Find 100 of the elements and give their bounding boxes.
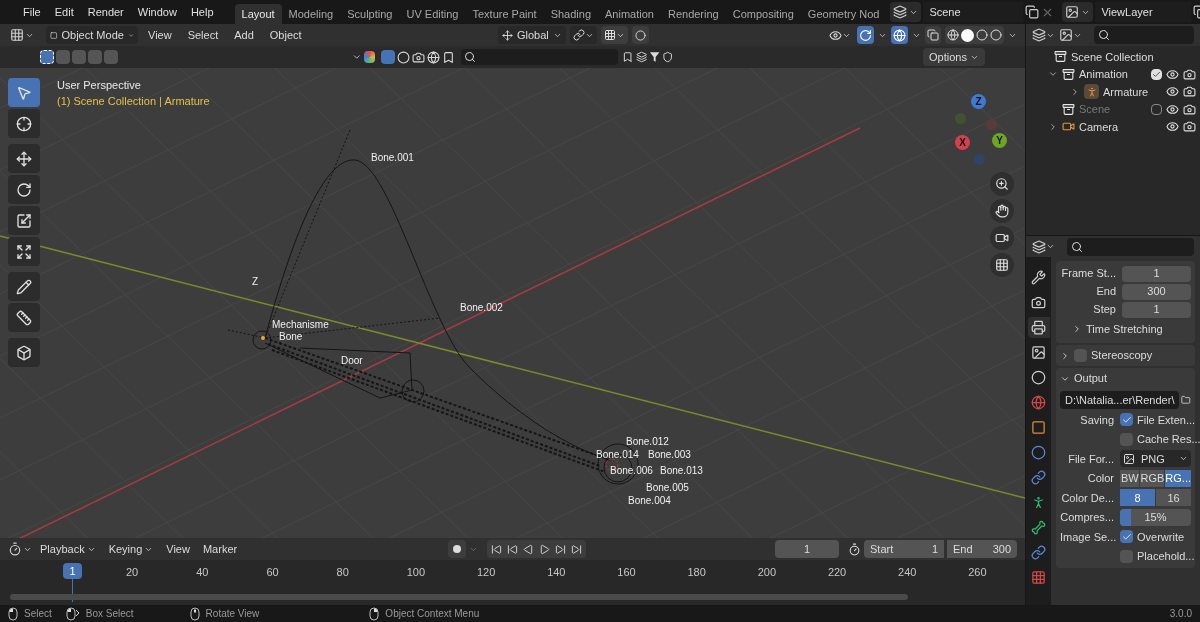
format-dropdown[interactable]: PNG (1120, 450, 1191, 468)
gizmo-y-button[interactable]: Y (992, 133, 1007, 148)
segment-button[interactable]: 16 (1156, 489, 1191, 507)
zoom-button[interactable] (990, 172, 1014, 196)
workspace-tab[interactable]: Geometry Nod (800, 4, 887, 24)
checkbox-label[interactable]: Cache Res... (1137, 431, 1200, 448)
checkbox-label[interactable]: File Exten... (1137, 411, 1196, 428)
eye-icon[interactable] (1166, 120, 1179, 134)
timeline-scrollbar[interactable] (10, 594, 908, 600)
orientation-dropdown[interactable]: Global (498, 26, 566, 44)
outliner-item[interactable]: Armature (1103, 83, 1162, 100)
output-path-field[interactable]: D:\Natalia...er\Render\ (1060, 391, 1180, 409)
shield-icon[interactable] (662, 51, 674, 63)
segment-button[interactable]: BW (1120, 469, 1140, 487)
header-menu[interactable]: View (142, 26, 178, 44)
properties-tab[interactable] (1027, 317, 1050, 338)
timeline-menu[interactable]: Playback (35, 540, 101, 558)
workspace-tab[interactable]: Shading (543, 4, 599, 24)
record-button[interactable] (448, 540, 467, 558)
display-mode-button[interactable] (1059, 28, 1082, 42)
checkbox[interactable] (1120, 432, 1133, 446)
outliner-item[interactable]: Scene Collection (1071, 48, 1196, 65)
timeline-menu[interactable]: Marker (197, 540, 243, 558)
workspace-tab[interactable]: UV Editing (399, 4, 466, 24)
search-field[interactable] (1067, 237, 1194, 256)
menu-item[interactable]: Help (183, 3, 221, 21)
gizmo-x-button[interactable]: X (955, 135, 970, 150)
editor-type-button[interactable] (1032, 239, 1055, 254)
options-button[interactable]: Options (923, 48, 985, 66)
editor-type-button[interactable] (8, 542, 32, 556)
tool-button[interactable] (8, 272, 40, 301)
search-field[interactable] (461, 49, 619, 65)
workspace-tab[interactable]: Sculpting (340, 4, 400, 24)
eye-icon[interactable] (1166, 67, 1179, 81)
menu-item[interactable]: Render (80, 3, 131, 21)
compression-slider[interactable]: 15% (1120, 508, 1191, 526)
bookmark-icon[interactable] (622, 51, 634, 63)
eye-icon[interactable] (1166, 102, 1179, 116)
snap-button[interactable] (601, 26, 628, 44)
timeline-menu[interactable]: View (161, 540, 195, 558)
checkbox[interactable] (1120, 413, 1133, 427)
subpanel-header[interactable]: Time Stretching (1086, 320, 1163, 338)
mode-dropdown[interactable]: Object Mode (46, 26, 138, 44)
current-frame-field[interactable]: 1 (775, 540, 839, 558)
menu-item[interactable]: File (16, 3, 48, 21)
playback-controls[interactable] (487, 540, 587, 558)
header-menu[interactable]: Select (181, 26, 225, 44)
outliner-item[interactable]: Camera (1079, 118, 1162, 135)
timeline-menu[interactable]: Keying (103, 540, 159, 558)
tool-button[interactable] (8, 144, 40, 173)
eye-icon[interactable] (1166, 85, 1179, 99)
search-field[interactable] (1094, 26, 1194, 44)
filter-icon[interactable] (648, 51, 661, 63)
workspace-tab[interactable]: Animation (598, 4, 661, 24)
editor-type-button[interactable] (1032, 28, 1055, 42)
segment-button[interactable]: RG... (1165, 469, 1191, 487)
segment-button[interactable]: 8 (1120, 489, 1155, 507)
stopwatch-icon[interactable] (848, 542, 861, 556)
outliner-item[interactable]: Animation (1079, 66, 1147, 83)
tool-button[interactable] (8, 338, 40, 367)
camera-icon[interactable] (1183, 120, 1196, 134)
selection-mode-buttons[interactable] (40, 50, 118, 64)
camera-view-button[interactable] (990, 226, 1014, 250)
header-menu[interactable]: Object (263, 26, 308, 44)
tool-button[interactable] (8, 237, 40, 266)
checkbox-label[interactable]: Overwrite (1137, 528, 1185, 545)
pivot-button[interactable] (570, 26, 597, 44)
workspace-tab[interactable]: Texture Paint (465, 4, 544, 24)
folder-icon[interactable] (1181, 393, 1191, 407)
duplicate-icon[interactable] (1025, 5, 1040, 19)
tool-button[interactable] (8, 109, 40, 138)
grid-view-button[interactable] (990, 253, 1014, 277)
view-layer-selector-button[interactable] (1062, 2, 1094, 22)
checkbox[interactable] (1120, 549, 1133, 563)
workspace-tab[interactable]: Layout (234, 4, 282, 24)
scene-selector-button[interactable] (890, 2, 922, 22)
pan-button[interactable] (990, 199, 1014, 223)
playhead-frame-marker[interactable]: 1 (63, 563, 82, 579)
end-frame-field[interactable]: End 300 (947, 540, 1017, 558)
xray-button[interactable] (925, 26, 941, 44)
menu-item[interactable]: Window (130, 3, 184, 21)
overlay-toggle-button[interactable] (891, 26, 908, 44)
number-field[interactable]: 1 (1122, 301, 1191, 318)
filter-buttons[interactable] (381, 50, 456, 64)
panel-header[interactable]: Output (1074, 370, 1108, 387)
checkbox[interactable] (1074, 349, 1087, 362)
checkbox-label[interactable]: Placehold... (1137, 548, 1195, 565)
workspace-tab[interactable]: Compositing (725, 4, 801, 24)
camera-icon[interactable] (1183, 85, 1196, 99)
shading-buttons[interactable] (945, 26, 1004, 44)
number-field[interactable]: 300 (1122, 283, 1191, 300)
scene-name-field[interactable]: Scene (923, 2, 1024, 22)
gizmo-z-button[interactable]: Z (971, 94, 986, 109)
header-menu[interactable]: Add (228, 26, 260, 44)
camera-icon[interactable] (1183, 102, 1196, 116)
tool-button[interactable] (8, 175, 40, 204)
start-frame-field[interactable]: Start 1 (864, 540, 944, 558)
proportional-edit-button[interactable] (632, 26, 649, 44)
workspace-tab[interactable]: Modeling (281, 4, 341, 24)
tool-button[interactable] (8, 206, 40, 235)
